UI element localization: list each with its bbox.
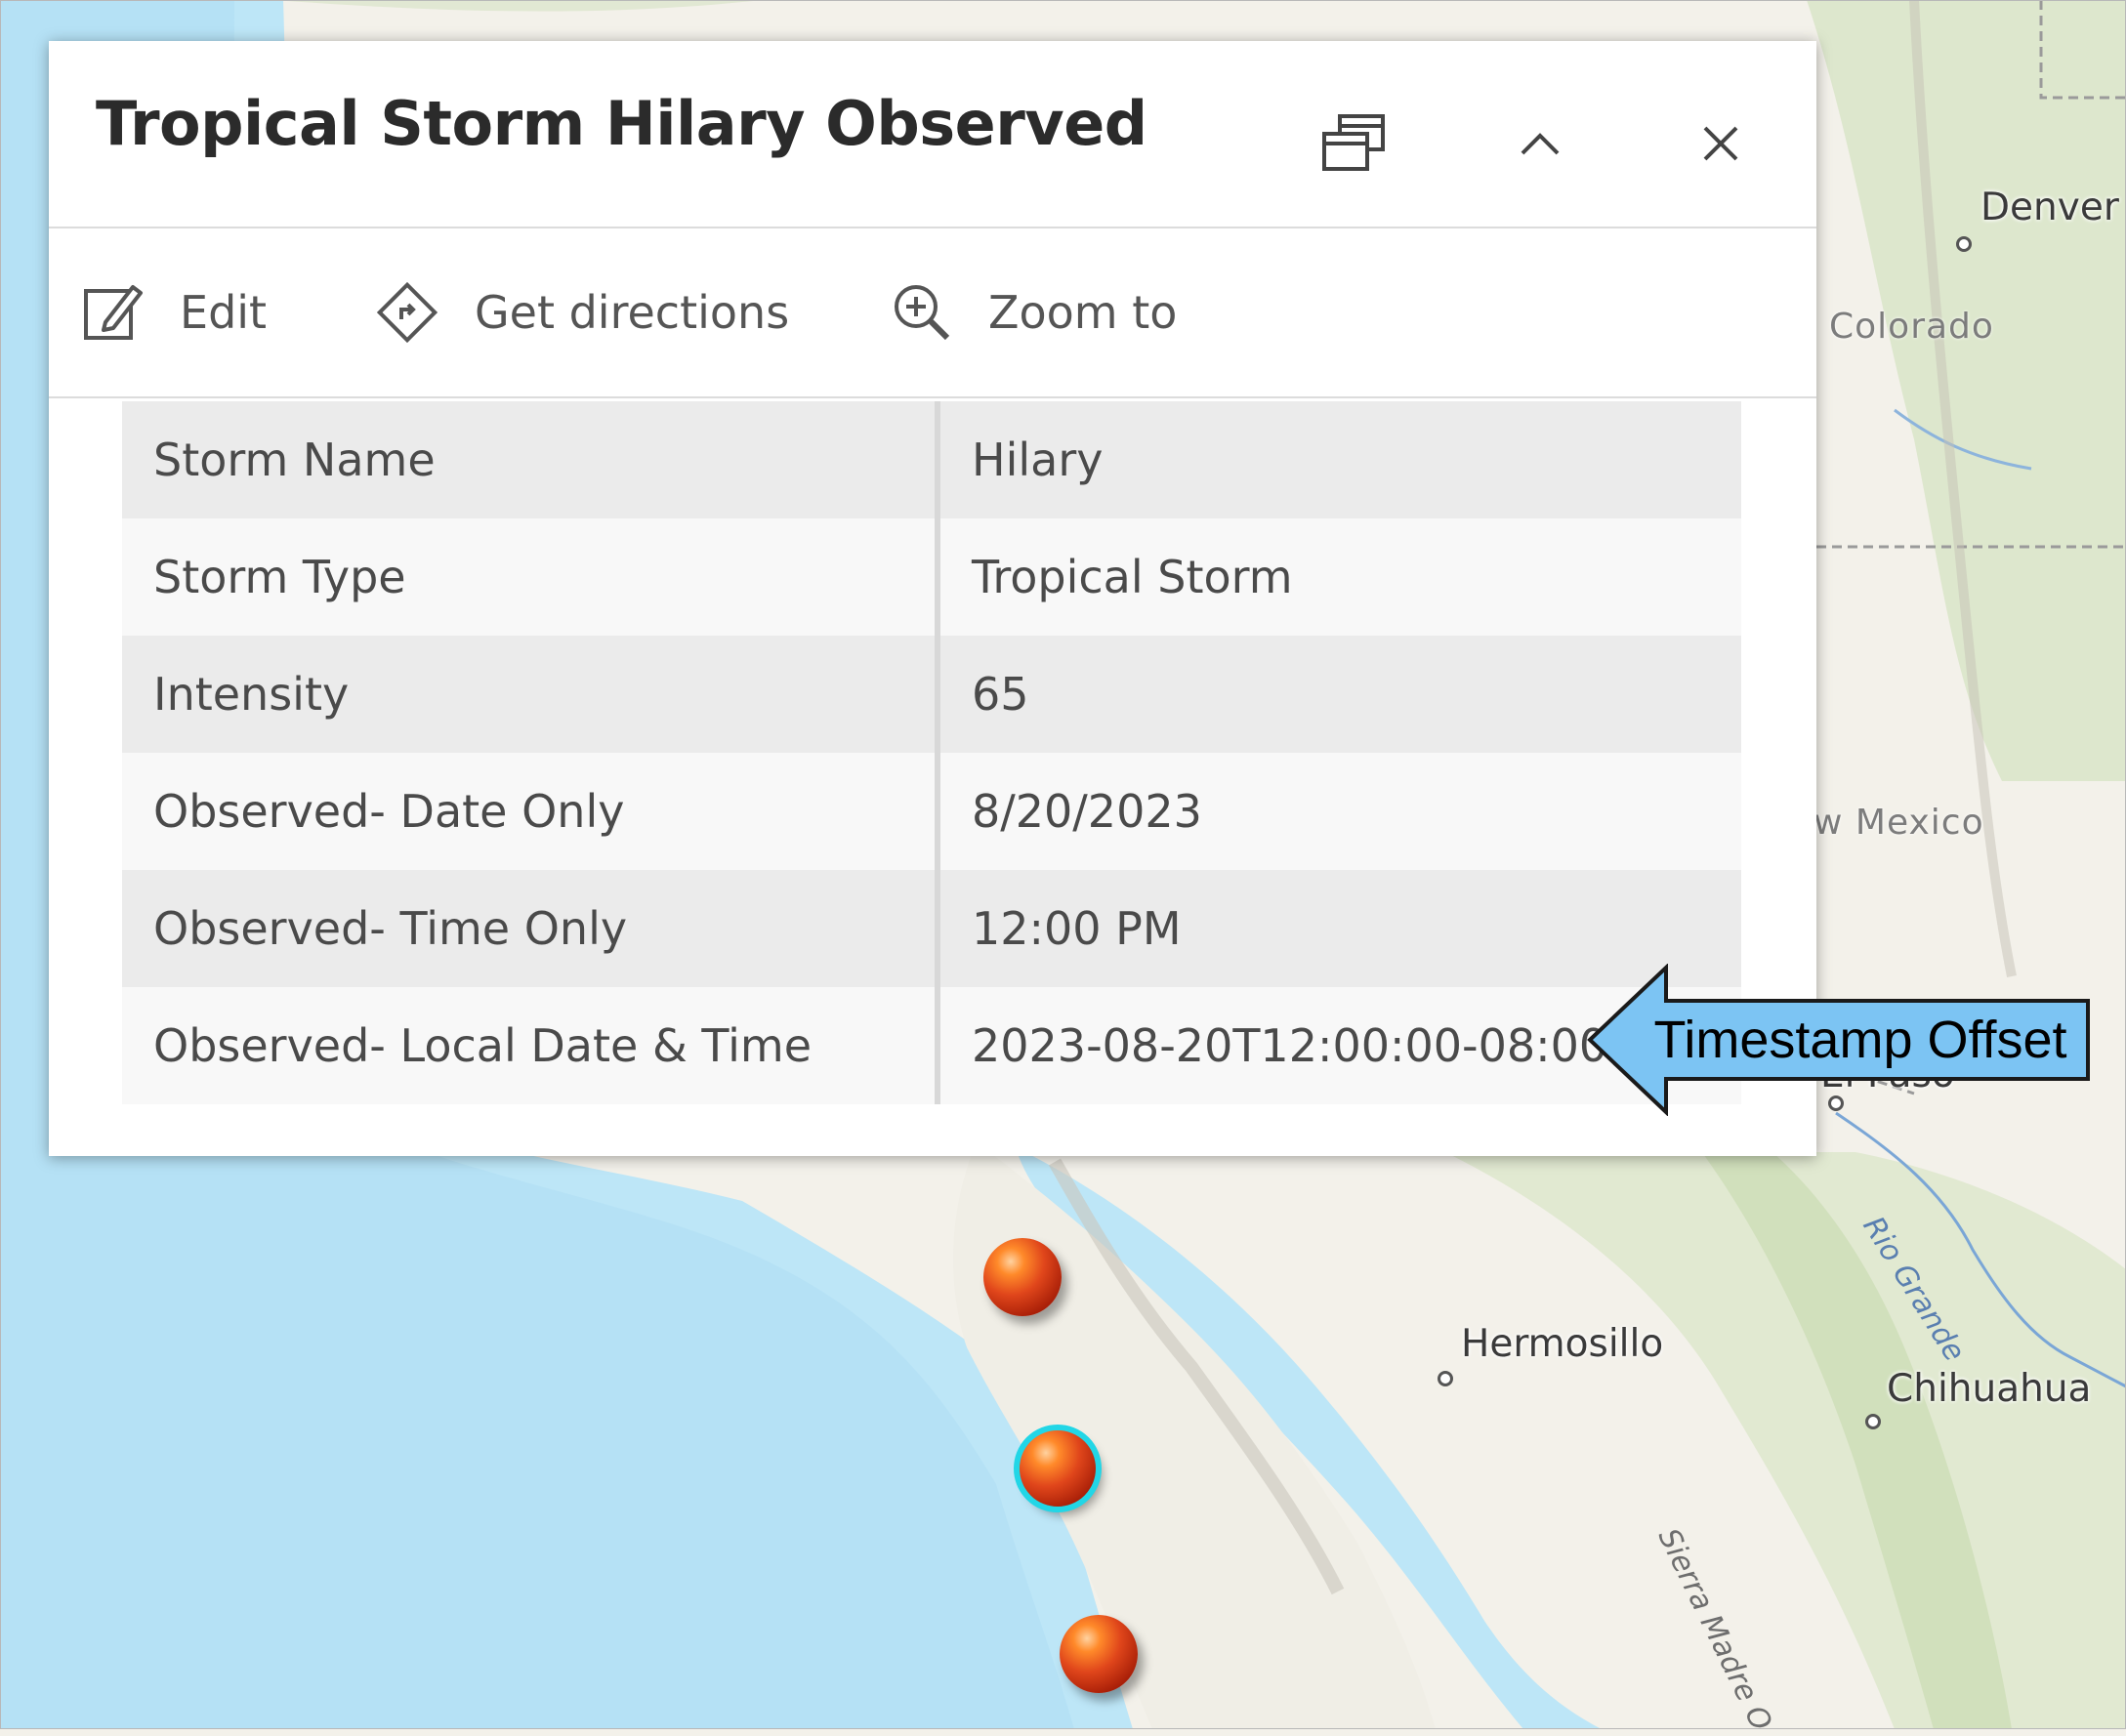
state-label-new-mexico: w Mexico — [1813, 803, 1984, 843]
field-name: Observed- Time Only — [122, 870, 940, 987]
feature-popup: Tropical Storm Hilary Observed Edit Get … — [49, 41, 1816, 1156]
field-name: Storm Type — [122, 518, 940, 636]
zoom-to-action-label: Zoom to — [988, 286, 1178, 339]
attribute-table: Storm Name Hilary Storm Type Tropical St… — [122, 401, 1741, 1104]
collapse-chevron-icon — [1521, 133, 1560, 155]
table-row: Storm Type Tropical Storm — [122, 518, 1741, 636]
storm-marker[interactable] — [1060, 1615, 1138, 1693]
popup-actions-bar: Edit Get directions Zoom to — [49, 228, 1816, 398]
directions-icon — [376, 281, 438, 344]
table-row: Observed- Time Only 12:00 PM — [122, 870, 1741, 987]
popup-title: Tropical Storm Hilary Observed — [96, 88, 1147, 159]
timestamp-offset-callout: Timestamp Offset — [1586, 964, 2094, 1116]
field-value: 65 — [938, 636, 1741, 753]
table-row: Observed- Local Date & Time 2023-08-20T1… — [122, 987, 1741, 1104]
field-value: Tropical Storm — [938, 518, 1741, 636]
dock-icon — [1322, 114, 1385, 171]
table-row: Observed- Date Only 8/20/2023 — [122, 753, 1741, 870]
edit-icon — [84, 285, 143, 340]
city-label-hermosillo: Hermosillo — [1461, 1322, 1664, 1366]
state-label-colorado: Colorado — [1829, 307, 1994, 347]
get-directions-action[interactable]: Get directions — [375, 228, 789, 396]
field-name: Intensity — [122, 636, 940, 753]
field-value: 8/20/2023 — [938, 753, 1741, 870]
callout-label: Timestamp Offset — [1653, 1011, 2067, 1069]
field-name: Storm Name — [122, 401, 940, 518]
city-label-chihuahua: Chihuahua — [1887, 1367, 2092, 1411]
storm-marker-selected[interactable] — [1014, 1425, 1102, 1512]
popup-header: Tropical Storm Hilary Observed — [49, 41, 1816, 228]
close-button[interactable] — [1672, 95, 1770, 192]
dock-button[interactable] — [1306, 95, 1403, 192]
city-dot-hermosillo — [1438, 1371, 1453, 1386]
city-dot-denver — [1956, 236, 1972, 252]
city-dot-chihuahua — [1865, 1414, 1881, 1429]
table-row: Storm Name Hilary — [122, 401, 1741, 518]
field-name: Observed- Date Only — [122, 753, 940, 870]
edit-action-label: Edit — [180, 286, 268, 339]
get-directions-action-label: Get directions — [475, 286, 790, 339]
collapse-button[interactable] — [1491, 95, 1589, 192]
storm-marker[interactable] — [983, 1238, 1062, 1316]
field-name: Observed- Local Date & Time — [122, 987, 940, 1104]
close-icon — [1703, 126, 1738, 161]
zoom-to-action[interactable]: Zoom to — [891, 228, 1177, 396]
field-value: Hilary — [938, 401, 1741, 518]
edit-action[interactable]: Edit — [82, 228, 267, 396]
zoom-in-icon — [895, 285, 950, 341]
city-label-denver: Denver — [1980, 186, 2119, 229]
table-row: Intensity 65 — [122, 636, 1741, 753]
